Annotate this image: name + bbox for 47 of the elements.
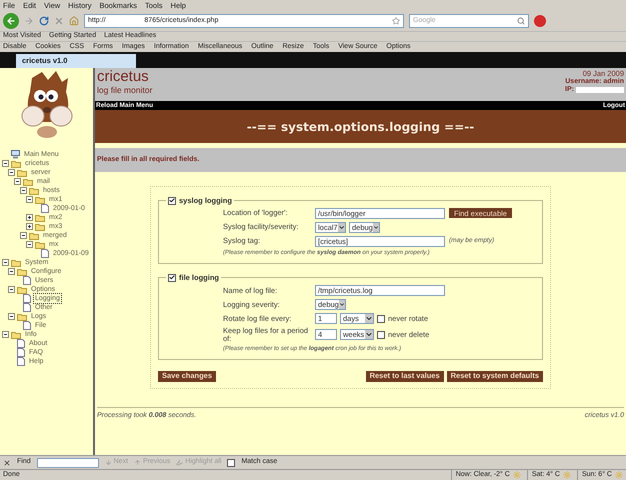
- checkbox[interactable]: [168, 196, 176, 205]
- expander-icon[interactable]: [2, 331, 9, 338]
- expander-icon[interactable]: [20, 187, 27, 194]
- close-icon[interactable]: [3, 458, 11, 466]
- expander-icon[interactable]: [26, 196, 33, 203]
- star-icon[interactable]: [392, 17, 400, 25]
- expander-icon[interactable]: [8, 169, 15, 176]
- app-title: cricetus: [97, 68, 150, 85]
- expander-icon[interactable]: [26, 214, 33, 221]
- expander-icon[interactable]: [14, 178, 21, 185]
- checkbox[interactable]: [377, 330, 385, 338]
- reload-icon[interactable]: [39, 16, 49, 26]
- app-subtitle: log file monitor: [97, 85, 152, 95]
- stop-sign-icon[interactable]: [534, 15, 546, 27]
- sun-icon: [512, 471, 521, 479]
- page-title-banner: --== system.options.logging ==--: [95, 110, 626, 143]
- checkbox[interactable]: [377, 314, 385, 322]
- arrow-down-icon: [104, 459, 112, 466]
- sun-icon: [562, 471, 571, 479]
- page-icon: [41, 204, 49, 213]
- check-icon: [169, 274, 175, 282]
- expander-icon[interactable]: [8, 313, 15, 320]
- back-button[interactable]: [3, 13, 19, 29]
- expander-icon[interactable]: [2, 160, 9, 167]
- chevron-down-icon: [338, 300, 345, 309]
- arrow-left-icon: [6, 16, 16, 26]
- search-icon[interactable]: [517, 17, 525, 25]
- computer-icon: [11, 150, 20, 159]
- sun-icon: [615, 471, 623, 479]
- chevron-down-icon: [365, 330, 373, 339]
- find-field[interactable]: [36, 458, 99, 468]
- expander-icon[interactable]: [26, 223, 33, 230]
- ip-value-block: [576, 87, 624, 93]
- expander-icon[interactable]: [26, 241, 33, 248]
- expander-icon[interactable]: [8, 286, 15, 293]
- chevron-down-icon: [372, 222, 379, 232]
- checkbox[interactable]: [227, 458, 236, 466]
- page-icon: [41, 249, 49, 258]
- chevron-down-icon: [338, 222, 345, 232]
- expander-icon[interactable]: [8, 268, 15, 275]
- expander-icon[interactable]: [20, 232, 27, 239]
- chevron-down-icon: [365, 314, 373, 323]
- check-icon: [169, 197, 175, 204]
- highlighter-icon: [176, 459, 184, 466]
- checkbox[interactable]: [168, 274, 176, 282]
- expander-icon[interactable]: [2, 259, 9, 266]
- arrow-up-icon: [134, 459, 142, 466]
